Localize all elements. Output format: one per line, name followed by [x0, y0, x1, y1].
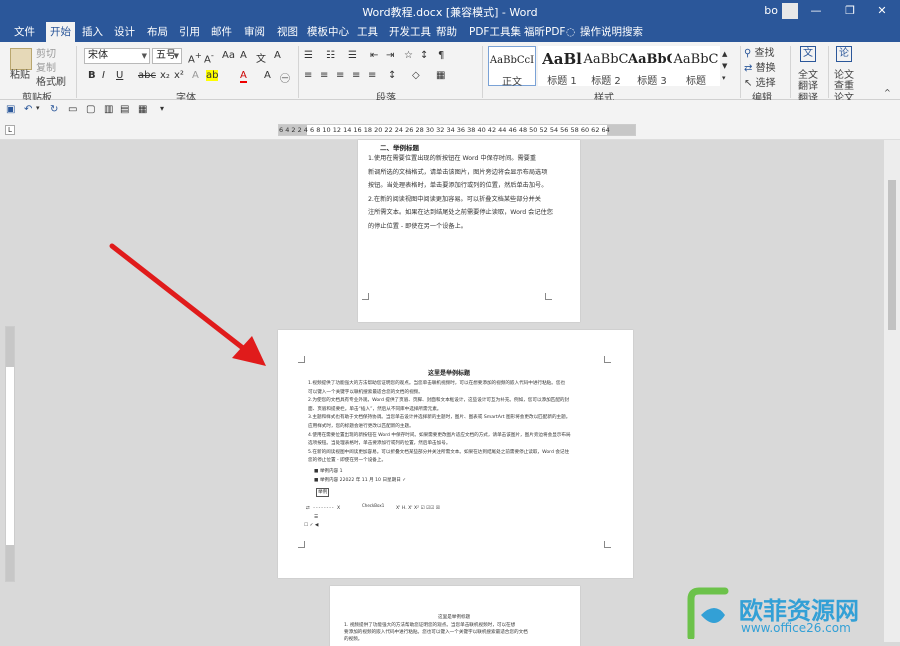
red-arrow-annotation [109, 243, 266, 366]
watermark: 欧菲资源网 www.office26.com [675, 585, 900, 642]
watermark-logo [687, 587, 729, 639]
watermark-url: www.office26.com [741, 621, 851, 635]
arrow-shaft [109, 243, 251, 355]
